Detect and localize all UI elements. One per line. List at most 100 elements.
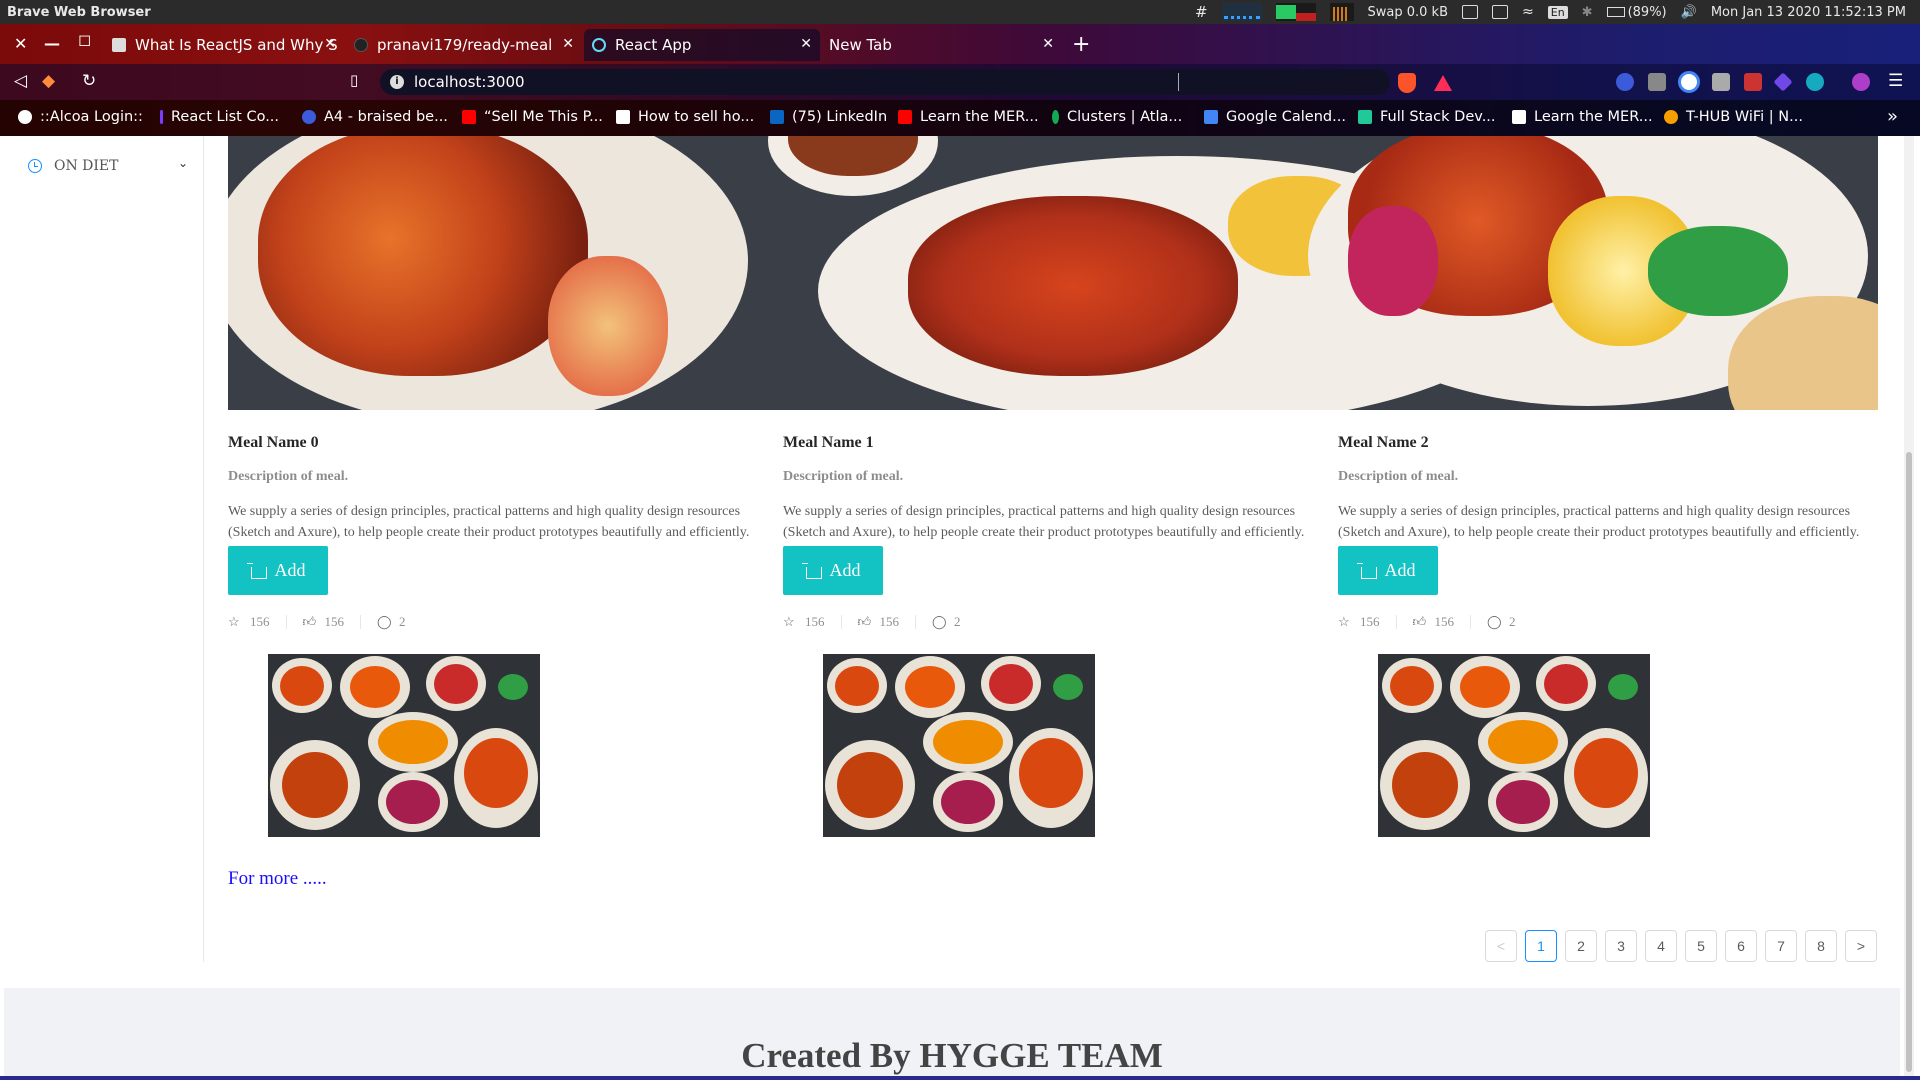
bookmark-icon[interactable]: ▯ xyxy=(350,71,358,89)
pagination-page-2[interactable]: 2 xyxy=(1565,930,1597,962)
pagination-page-3[interactable]: 3 xyxy=(1605,930,1637,962)
tab-title: pranavi179/ready-meal xyxy=(377,36,553,54)
bluetooth-icon[interactable]: ✱ xyxy=(1582,5,1593,20)
sidebar-item-label: ON DIET xyxy=(54,158,119,174)
brave-rewards-triangle-icon[interactable] xyxy=(1434,75,1452,91)
star-action[interactable]: ☆ 156 xyxy=(783,614,842,629)
pagination-page-4[interactable]: 4 xyxy=(1645,930,1677,962)
tab-close-icon[interactable]: ✕ xyxy=(562,36,574,52)
wifi-icon[interactable]: ≈ xyxy=(1522,4,1534,20)
comment-action[interactable]: ◯ 2 xyxy=(932,614,977,629)
clipboard-icon[interactable] xyxy=(1462,5,1479,19)
bookmark-item[interactable]: React List Co... xyxy=(160,109,279,125)
bookmark-favicon-icon xyxy=(160,110,163,124)
like-action[interactable]: 👍︎ 156 xyxy=(1413,614,1471,629)
github-icon xyxy=(354,38,368,52)
tab-close-icon[interactable]: ✕ xyxy=(324,36,336,52)
clock-datetime[interactable]: Mon Jan 13 2020 11:52:13 PM xyxy=(1711,5,1906,20)
like-action[interactable]: 👍︎ 156 xyxy=(858,614,916,629)
slack-icon[interactable]: # xyxy=(1195,3,1208,21)
extension-dots-icon[interactable] xyxy=(1616,73,1634,91)
bookmark-item[interactable]: How to sell ho... xyxy=(616,109,754,125)
back-icon[interactable]: ◁ xyxy=(14,71,27,91)
bookmark-item[interactable]: A4 - braised be... xyxy=(302,109,448,125)
bookmark-item[interactable]: Clusters | Atla... xyxy=(1052,109,1182,125)
bookmarks-overflow-icon[interactable]: » xyxy=(1887,106,1898,127)
mongodb-leaf-icon xyxy=(1052,110,1059,124)
site-info-icon[interactable]: i xyxy=(390,75,404,89)
meal-card: Meal Name 2 Description of meal. We supp… xyxy=(1338,434,1878,629)
add-button[interactable]: Add xyxy=(228,546,328,595)
meal-name: Meal Name 1 xyxy=(783,434,874,451)
window-maximize-icon[interactable]: ◻ xyxy=(78,30,91,49)
pagination-prev-button[interactable]: < xyxy=(1485,930,1517,962)
meal-body: We supply a series of design principles,… xyxy=(1338,504,1860,540)
pagination-page-1[interactable]: 1 xyxy=(1525,930,1557,962)
comment-action[interactable]: ◯ 2 xyxy=(1487,614,1532,629)
pagination-next-button[interactable]: > xyxy=(1845,930,1877,962)
extension-diamond-icon[interactable] xyxy=(1773,72,1793,92)
extension-g-icon[interactable] xyxy=(1648,73,1666,91)
navigation-bar: ◁ ◆ ↻ ▯ i localhost:3000 ☰ xyxy=(0,64,1920,100)
bookmark-item[interactable]: (75) LinkedIn xyxy=(770,109,887,125)
tab-close-icon[interactable]: ✕ xyxy=(1042,36,1054,52)
brave-rewards-icon[interactable]: ◆ xyxy=(42,71,55,91)
bookmark-item[interactable]: Learn the MER... xyxy=(898,109,1039,125)
scrollbar-thumb[interactable] xyxy=(1906,452,1912,1072)
bookmark-favicon-icon xyxy=(1358,110,1372,124)
meal-actions: ☆ 156 👍︎ 156 ◯ 2 xyxy=(783,614,1323,629)
tab-close-icon[interactable]: ✕ xyxy=(800,36,812,52)
pagination-page-8[interactable]: 8 xyxy=(1805,930,1837,962)
bookmark-favicon-icon xyxy=(1664,110,1678,124)
hero-apple-garnish xyxy=(548,256,668,396)
window-close-icon[interactable]: ✕ xyxy=(14,34,27,53)
page-viewport: ON DIET ⌄ Meal Name 0 Description of mea… xyxy=(0,136,1920,1080)
pagination-page-6[interactable]: 6 xyxy=(1725,930,1757,962)
menu-hamburger-icon[interactable]: ☰ xyxy=(1888,71,1903,91)
pagination-page-7[interactable]: 7 xyxy=(1765,930,1797,962)
comment-icon: ◯ xyxy=(377,614,392,629)
meal-name: Meal Name 2 xyxy=(1338,434,1429,451)
display-icon[interactable] xyxy=(1492,5,1509,19)
sidebar: ON DIET ⌄ xyxy=(4,136,204,962)
battery-icon[interactable]: (89%) xyxy=(1606,5,1667,20)
tab-github[interactable]: pranavi179/ready-meal ✕ xyxy=(346,29,582,61)
os-app-name: Brave Web Browser xyxy=(7,4,151,20)
google-translate-icon[interactable] xyxy=(1678,71,1700,93)
for-more-link[interactable]: For more ..... xyxy=(228,868,327,890)
window-minimize-icon[interactable]: — xyxy=(44,34,60,53)
grammarly-icon[interactable] xyxy=(1806,73,1824,91)
extension-puzzle-icon[interactable] xyxy=(1712,73,1730,91)
new-tab-plus-icon[interactable]: + xyxy=(1072,32,1090,57)
url-text[interactable]: localhost:3000 xyxy=(414,73,525,91)
volume-icon[interactable]: 🔊 xyxy=(1681,5,1697,20)
star-action[interactable]: ☆ 156 xyxy=(1338,614,1397,629)
address-bar[interactable]: i localhost:3000 xyxy=(380,69,1390,95)
window-bottom-border xyxy=(0,1076,1920,1080)
tab-new-tab[interactable]: New Tab ✕ xyxy=(822,29,1062,61)
bookmark-item[interactable]: Learn the MER... xyxy=(1512,109,1653,125)
screen-record-icon[interactable] xyxy=(1744,73,1762,91)
profile-avatar-icon[interactable] xyxy=(1852,73,1870,91)
reload-icon[interactable]: ↻ xyxy=(82,71,96,91)
bookmark-item[interactable]: Google Calend... xyxy=(1204,109,1346,125)
keyboard-language[interactable]: En xyxy=(1547,5,1568,19)
brave-shields-icon[interactable] xyxy=(1398,73,1416,93)
comment-action[interactable]: ◯ 2 xyxy=(377,614,422,629)
add-button[interactable]: Add xyxy=(1338,546,1438,595)
sidebar-item-on-diet[interactable]: ON DIET ⌄ xyxy=(28,156,198,174)
bookmark-item[interactable]: T-HUB WiFi | N... xyxy=(1664,109,1803,125)
bookmark-item[interactable]: Full Stack Dev... xyxy=(1358,109,1496,125)
os-top-bar: Brave Web Browser # Swap 0.0 kB ≈ En ✱ (… xyxy=(0,0,1920,24)
add-button[interactable]: Add xyxy=(783,546,883,595)
pagination-page-5[interactable]: 5 xyxy=(1685,930,1717,962)
tab-react-app[interactable]: React App ✕ xyxy=(584,29,820,61)
bookmark-item[interactable]: ::Alcoa Login:: xyxy=(18,109,143,125)
tab-whatisreact[interactable]: What Is ReactJS and Why S ✕ xyxy=(104,29,344,61)
star-action[interactable]: ☆ 156 xyxy=(228,614,287,629)
tab-title: What Is ReactJS and Why S xyxy=(135,36,338,54)
bookmark-item[interactable]: “Sell Me This P... xyxy=(462,109,603,125)
hero-peppers xyxy=(1648,226,1788,316)
meal-card: Meal Name 1 Description of meal. We supp… xyxy=(783,434,1323,629)
like-action[interactable]: 👍︎ 156 xyxy=(303,614,361,629)
